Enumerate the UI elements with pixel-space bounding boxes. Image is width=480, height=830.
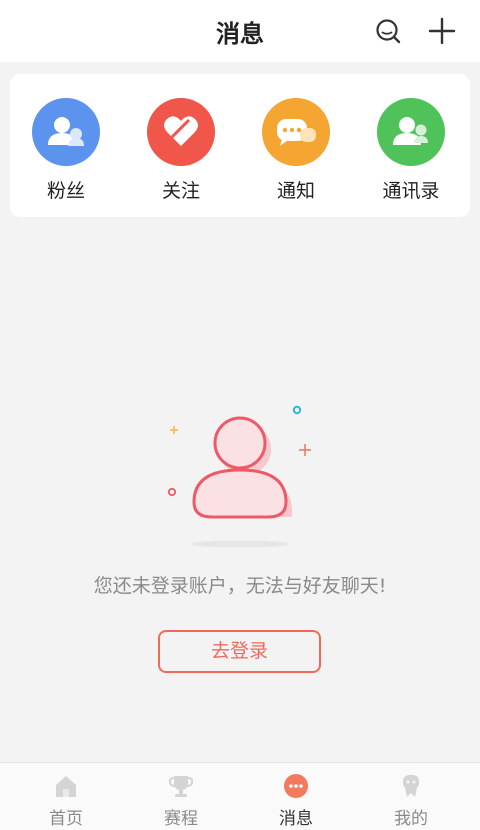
tab-label: 赛程 <box>164 809 198 829</box>
tab-label: 消息 <box>279 809 313 829</box>
home-icon <box>53 773 79 799</box>
contacts-icon <box>377 98 445 166</box>
tab-home[interactable]: 首页 <box>6 763 126 830</box>
quick-entry-card: 粉丝 关注 通知 通讯录 <box>10 74 470 217</box>
quick-entry-label: 通讯录 <box>382 180 440 202</box>
user-follow-icon <box>32 98 100 166</box>
tab-messages[interactable]: 消息 <box>236 763 356 830</box>
tab-label: 我的 <box>394 809 428 829</box>
chat-bubble-icon <box>262 98 330 166</box>
quick-entry-label: 粉丝 <box>46 180 85 202</box>
tab-profile[interactable]: 我的 <box>351 763 471 830</box>
quick-entry-label: 关注 <box>161 180 200 202</box>
tab-schedule[interactable]: 赛程 <box>121 763 241 830</box>
header-bar: 消息 <box>0 0 480 62</box>
empty-state-message: 您还未登录账户，无法与好友聊天! <box>93 575 387 597</box>
message-icon <box>283 773 309 799</box>
tab-label: 首页 <box>49 809 83 829</box>
quick-entry-follow[interactable]: 关注 <box>131 98 231 208</box>
page-title: 消息 <box>216 20 264 48</box>
heart-icon <box>147 98 215 166</box>
quick-entry-label: 通知 <box>276 180 315 202</box>
profile-icon <box>398 773 424 799</box>
search-icon[interactable] <box>374 17 402 45</box>
login-button[interactable]: 去登录 <box>158 630 321 673</box>
plus-icon[interactable] <box>428 17 456 45</box>
user-placeholder-icon <box>160 400 320 550</box>
quick-entry-contacts[interactable]: 通讯录 <box>361 98 461 208</box>
quick-entry-notice[interactable]: 通知 <box>246 98 346 208</box>
bottom-tab-bar: 首页 赛程 消息 我的 <box>0 762 480 830</box>
quick-entry-fans[interactable]: 粉丝 <box>16 98 116 208</box>
trophy-icon <box>168 773 194 799</box>
